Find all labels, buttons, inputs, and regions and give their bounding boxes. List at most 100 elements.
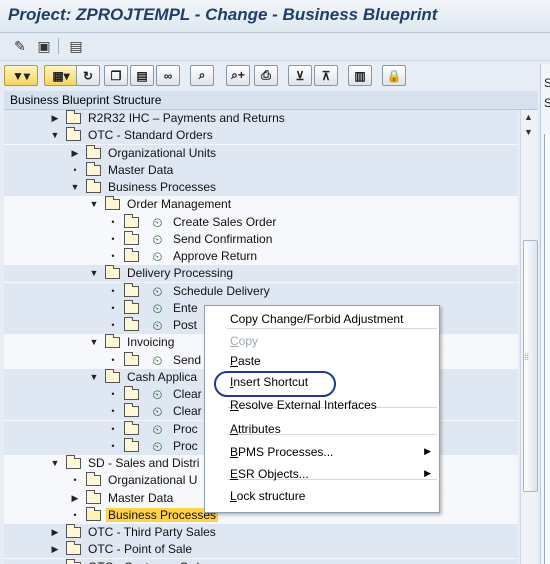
expand-arrow-icon[interactable]: ▶	[70, 147, 80, 159]
tree-row[interactable]: ▶ OTC - Customer Order	[4, 558, 518, 564]
tree-node-label[interactable]: Order Management	[127, 197, 231, 211]
display-other-icon[interactable]: ▣	[34, 37, 54, 55]
tree-row[interactable]: ▼ Order Management	[4, 196, 518, 214]
tree-node-label[interactable]: Send Confirmation	[173, 232, 272, 246]
tree-node-label[interactable]: Organizational Units	[108, 146, 216, 160]
collapse-arrow-icon[interactable]: ▼	[89, 198, 99, 210]
menu-label-rest: esolve External Interfaces	[238, 398, 377, 412]
copy-icon[interactable]: ❐	[104, 65, 128, 86]
menu-hotkey: B	[230, 445, 239, 459]
tree-row[interactable]: ▶ OTC - Point of Sale	[4, 541, 518, 559]
menu-item-label: Resolve External Interfaces	[230, 398, 377, 412]
menu-label-rest: ttributes	[238, 422, 281, 436]
scroll-up-icon[interactable]: ▲	[524, 112, 533, 122]
toolbar-separator	[58, 38, 59, 54]
tree-node-label[interactable]: Approve Return	[173, 249, 257, 263]
tree-node-label[interactable]: OTC - Standard Orders	[88, 128, 213, 142]
lock-structure-item[interactable]: Lock structure	[205, 486, 439, 506]
filter-dropdown-icon[interactable]: ▼▾	[4, 65, 38, 86]
process-step-icon: ⏲	[152, 231, 163, 247]
expand-arrow-icon[interactable]: ▶	[50, 526, 60, 538]
context-menu: Copy Change/Forbid Adjustment Copy Paste In…	[204, 305, 440, 513]
paste-item[interactable]: Paste	[205, 351, 439, 371]
tree-header-label: Business Blueprint Structure	[10, 93, 162, 107]
menu-hotkey: P	[230, 354, 239, 368]
find-icon[interactable]: ⌕	[190, 65, 214, 86]
scroll-down-icon[interactable]: ▼	[524, 127, 533, 137]
refresh-icon[interactable]: ↻	[76, 65, 100, 86]
process-step-icon: ⏲	[152, 438, 163, 454]
tree-node-label[interactable]: Delivery Processing	[127, 266, 233, 280]
tree-row[interactable]: ▼ OTC - Standard Orders	[4, 127, 518, 145]
tree-node-label[interactable]: Master Data	[108, 491, 173, 505]
tree-node-label[interactable]: Proc	[173, 439, 198, 453]
copy-change-forbid-adjustment-item[interactable]: Copy Change/Forbid Adjustment	[205, 309, 439, 329]
link-icon[interactable]: ∞	[156, 65, 180, 86]
esr-objects-item[interactable]: ESR Objects... ▶	[205, 464, 439, 484]
tree-row[interactable]: ▶ R2R32 IHC – Payments and Returns	[4, 110, 518, 127]
tree-node-label[interactable]: Master Data	[108, 163, 173, 177]
collapse-arrow-icon[interactable]: ▼	[89, 336, 99, 348]
scrollbar-thumb[interactable]	[523, 240, 538, 492]
tree-node-label[interactable]: Proc	[173, 422, 198, 436]
tree-row[interactable]: • ⏲ Approve Return	[4, 248, 518, 265]
tree-node-label[interactable]: Business Processes	[108, 180, 216, 194]
tree-row[interactable]: • Master Data	[4, 161, 518, 179]
tree-node-label[interactable]: OTC - Point of Sale	[88, 542, 192, 556]
collapse-arrow-icon[interactable]: ▼	[89, 371, 99, 383]
tree-node-label[interactable]: R2R32 IHC – Payments and Returns	[88, 111, 285, 125]
tree-row[interactable]: • ⏲ Send Confirmation	[4, 230, 518, 248]
resolve-external-interfaces-item[interactable]: Resolve External Interfaces	[205, 395, 439, 415]
tree-node-label[interactable]: SD - Sales and Distri	[88, 456, 199, 470]
application-toolbar: ✎ ▣ ▤	[0, 33, 550, 61]
tree-node-label[interactable]: Post	[173, 318, 197, 332]
tree-row[interactable]: ▼ Business Processes	[4, 179, 518, 196]
attributes-item[interactable]: Attributes	[205, 419, 439, 439]
tree-node-label[interactable]: Business Processes	[106, 507, 219, 522]
menu-hotkey: E	[230, 467, 239, 481]
details-icon[interactable]: ▥	[348, 65, 372, 86]
tree-node-label[interactable]: Cash Applica	[127, 370, 197, 384]
window-title: Project: ZPROJTEMPL - Change - Business …	[8, 5, 438, 24]
tree-row[interactable]: ▼ Delivery Processing	[4, 265, 518, 283]
folder-icon	[105, 265, 120, 280]
table-dropdown-icon[interactable]: ▦▾	[44, 65, 78, 86]
collapse-arrow-icon[interactable]: ▼	[50, 457, 60, 469]
collapse-arrow-icon[interactable]: ▼	[70, 181, 80, 193]
folder-icon	[86, 161, 101, 176]
tree-scrollbar[interactable]: ▲ ▼ ⁞⁞	[520, 110, 538, 564]
print-icon[interactable]: ⎙	[254, 65, 278, 86]
tree-node-label[interactable]: Schedule Delivery	[173, 284, 270, 298]
process-step-icon: ⏲	[152, 249, 163, 264]
tree-node-label[interactable]: Send	[173, 353, 201, 367]
folder-icon	[124, 299, 139, 314]
bpms-processes-item[interactable]: BPMS Processes... ▶	[205, 442, 439, 462]
tree-node-label[interactable]: OTC - Third Party Sales	[88, 525, 216, 539]
tree-node-label[interactable]: Create Sales Order	[173, 215, 276, 229]
folder-icon	[124, 317, 139, 331]
expand-arrow-icon[interactable]: ▶	[50, 543, 60, 555]
tree-node-label[interactable]: Ente	[173, 301, 198, 315]
tree-node-label[interactable]: Clear	[173, 387, 202, 401]
tree-node-label[interactable]: Invoicing	[127, 335, 174, 349]
collapse-arrow-icon[interactable]: ▼	[50, 129, 60, 141]
tree-node-label[interactable]: Clear	[173, 404, 202, 418]
tree-node-label[interactable]: Organizational U	[108, 473, 197, 487]
find-next-icon[interactable]: ⌕+	[226, 65, 250, 86]
menu-item-label: Copy	[230, 334, 258, 348]
tree-row[interactable]: ▶ OTC - Third Party Sales	[4, 524, 518, 541]
pencil-glasses-icon[interactable]: ✎	[10, 37, 30, 55]
expand-arrow-icon[interactable]: ▶	[50, 561, 60, 564]
tree-row[interactable]: ▶ Organizational Units	[4, 144, 518, 162]
paste-icon[interactable]: ▤	[130, 65, 154, 86]
tree-node-label[interactable]: OTC - Customer Order	[88, 560, 210, 564]
grid-icon[interactable]: ▤	[66, 37, 86, 55]
expand-arrow-icon[interactable]: ▶	[50, 112, 60, 124]
expand-arrow-icon[interactable]: ▶	[70, 492, 80, 504]
tree-row[interactable]: • ⏲ Schedule Delivery	[4, 282, 518, 300]
collapse-icon[interactable]: ⊻	[288, 65, 312, 86]
lock-icon[interactable]: 🔒	[382, 65, 406, 86]
collapse-arrow-icon[interactable]: ▼	[89, 267, 99, 279]
expand-icon[interactable]: ⊼	[314, 65, 338, 86]
tree-row[interactable]: • ⏲ Create Sales Order	[4, 213, 518, 231]
